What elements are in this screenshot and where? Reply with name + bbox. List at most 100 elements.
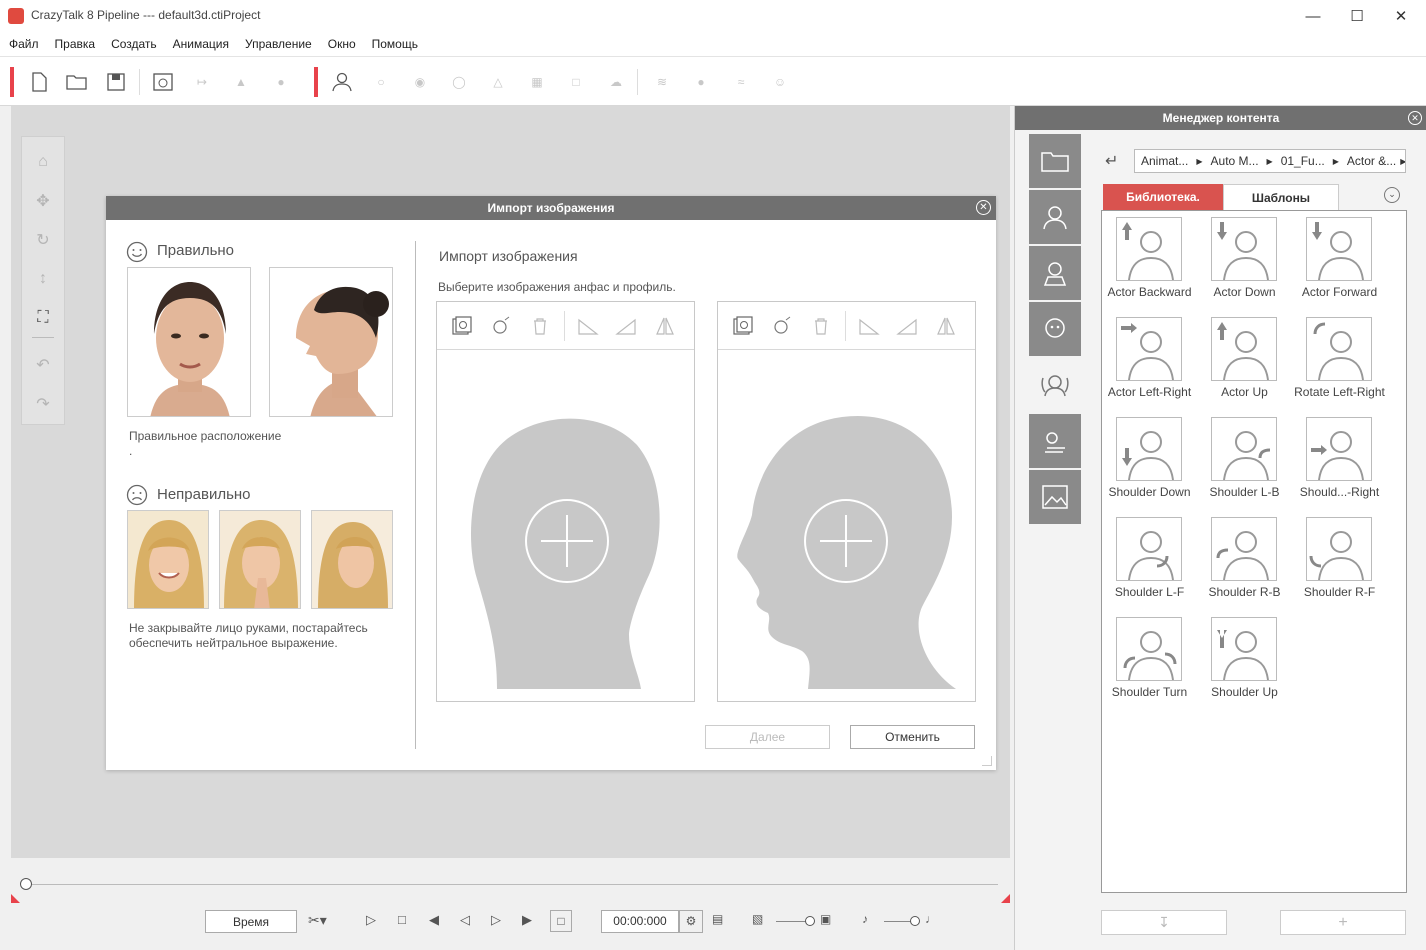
menu-animation[interactable]: Анимация	[173, 37, 229, 51]
timeline-scrubber[interactable]	[20, 878, 32, 890]
front-drop-area[interactable]	[437, 351, 694, 701]
grid-item[interactable]: Rotate Left-Right	[1292, 315, 1387, 413]
grid-item[interactable]: Actor Up	[1197, 315, 1292, 413]
menu-window[interactable]: Окно	[328, 37, 356, 51]
close-window-button[interactable]: ✕	[1378, 0, 1424, 32]
prev-frame-icon[interactable]: ◁	[460, 912, 470, 928]
profile-drop-area[interactable]	[718, 351, 975, 701]
flip-icon[interactable]	[935, 315, 957, 337]
download-button[interactable]: ↧	[1101, 910, 1227, 935]
breadcrumb-item[interactable]: Actor &...	[1347, 154, 1396, 168]
capture-icon[interactable]	[490, 315, 512, 337]
fit-view-icon[interactable]: ⛶	[32, 307, 54, 329]
move-icon[interactable]: ✥	[32, 190, 54, 212]
open-folder-icon[interactable]	[64, 69, 90, 95]
undo-icon[interactable]: ↶	[32, 354, 54, 376]
stop-icon[interactable]: □	[398, 912, 406, 927]
menu-edit[interactable]: Правка	[55, 37, 96, 51]
face-fit-icon[interactable]: ○	[368, 69, 394, 95]
voice-icon[interactable]: ●	[688, 69, 714, 95]
checker-icon[interactable]: ▦	[524, 69, 550, 95]
grid-item[interactable]: Actor Forward	[1292, 215, 1387, 313]
minimize-button[interactable]: —	[1290, 0, 1336, 32]
face-animation-tab[interactable]	[1029, 302, 1081, 356]
load-image-icon[interactable]	[732, 315, 754, 337]
subtitle-icon[interactable]: ▤	[712, 912, 723, 926]
loop-icon[interactable]: □	[550, 910, 572, 932]
flip-icon[interactable]	[654, 315, 676, 337]
rotate-left-icon[interactable]	[896, 315, 918, 337]
volume-slider-knob[interactable]	[805, 916, 815, 926]
grid-item[interactable]: Shoulder R-F	[1292, 515, 1387, 613]
group-icon[interactable]: ●	[268, 69, 294, 95]
grid-item[interactable]: Actor Down	[1197, 215, 1292, 313]
audio-icon[interactable]: ≋	[649, 69, 675, 95]
mouth-icon[interactable]: ◯	[446, 69, 472, 95]
capture-icon[interactable]	[771, 315, 793, 337]
mute-icon[interactable]: ♪	[862, 912, 868, 926]
export-icon[interactable]: ↦	[189, 69, 215, 95]
import-image-icon[interactable]	[150, 69, 176, 95]
grid-item[interactable]: Shoulder Up	[1197, 615, 1292, 713]
person-icon[interactable]	[329, 69, 355, 95]
play-icon[interactable]: ▷	[366, 912, 376, 928]
rotate-left-icon[interactable]	[615, 315, 637, 337]
time-display[interactable]: 00:00:000	[601, 910, 679, 933]
breadcrumb-item[interactable]: 01_Fu...	[1281, 154, 1325, 168]
image-tab[interactable]	[1029, 470, 1081, 524]
timeline-track[interactable]	[26, 884, 998, 885]
settings-icon[interactable]: ⚙	[679, 910, 703, 933]
trim-icon[interactable]: ✂▾	[308, 912, 336, 932]
chevron-down-icon[interactable]: ⌄	[1384, 187, 1400, 203]
breadcrumb-item[interactable]: Animat...	[1141, 154, 1188, 168]
grid-item[interactable]: Actor Left-Right	[1102, 315, 1197, 413]
body-icon[interactable]: △	[485, 69, 511, 95]
rotate-right-icon[interactable]	[577, 315, 599, 337]
delete-icon[interactable]	[529, 315, 551, 337]
puppet-icon[interactable]: ☺	[767, 69, 793, 95]
range-start-marker[interactable]	[11, 894, 20, 903]
back-icon[interactable]: ↵	[1105, 151, 1129, 171]
audio-slider-knob[interactable]	[910, 916, 920, 926]
grid-item[interactable]: Shoulder L-F	[1102, 515, 1197, 613]
screen-icon[interactable]: ▧	[752, 912, 763, 926]
motion-tab[interactable]	[1029, 358, 1081, 412]
delete-icon[interactable]	[810, 315, 832, 337]
grid-item[interactable]: Actor Backward	[1102, 215, 1197, 313]
add-button[interactable]: +	[1280, 910, 1406, 935]
time-mode-button[interactable]: Время	[205, 910, 297, 933]
weather-tab[interactable]	[1029, 414, 1081, 468]
volume-slider-track[interactable]	[776, 921, 806, 922]
grid-item[interactable]: Shoulder Down	[1102, 415, 1197, 513]
dialog-close-button[interactable]: ✕	[976, 200, 991, 215]
menu-create[interactable]: Создать	[111, 37, 157, 51]
first-frame-icon[interactable]: ◀​	[429, 912, 439, 928]
tab-templates[interactable]: Шаблоны	[1223, 184, 1339, 210]
tab-library[interactable]: Библиотека.	[1103, 184, 1223, 210]
menu-file[interactable]: Файл	[9, 37, 39, 51]
music-note-icon[interactable]: ♩	[925, 912, 937, 926]
content-manager-close-button[interactable]: ✕	[1408, 111, 1422, 125]
load-image-icon[interactable]	[451, 315, 473, 337]
grid-item[interactable]: Shoulder Turn	[1102, 615, 1197, 713]
new-file-icon[interactable]	[26, 69, 52, 95]
mask-icon[interactable]: □	[563, 69, 589, 95]
home-icon[interactable]: ⌂	[32, 151, 54, 173]
resize-grip[interactable]	[982, 756, 992, 766]
actor-tab[interactable]	[1029, 190, 1081, 244]
audio-slider-track[interactable]	[884, 921, 912, 922]
redo-icon[interactable]: ↷	[32, 393, 54, 415]
breadcrumb-item[interactable]: Auto M...	[1211, 154, 1259, 168]
rotate-right-icon[interactable]	[858, 315, 880, 337]
caption-icon[interactable]: ▣	[820, 912, 831, 926]
scale-icon[interactable]: ↕	[32, 268, 54, 290]
folder-tab[interactable]	[1029, 134, 1081, 188]
stamp-icon[interactable]: ▲	[228, 69, 254, 95]
next-button[interactable]: Далее	[705, 725, 830, 749]
grid-item[interactable]: Shoulder L-B	[1197, 415, 1292, 513]
eye-icon[interactable]: ◉	[407, 69, 433, 95]
maximize-button[interactable]: ☐	[1334, 0, 1380, 32]
auto-motion-icon[interactable]: ≈	[728, 69, 754, 95]
menu-control[interactable]: Управление	[245, 37, 312, 51]
grid-item[interactable]: Shoulder R-B	[1197, 515, 1292, 613]
